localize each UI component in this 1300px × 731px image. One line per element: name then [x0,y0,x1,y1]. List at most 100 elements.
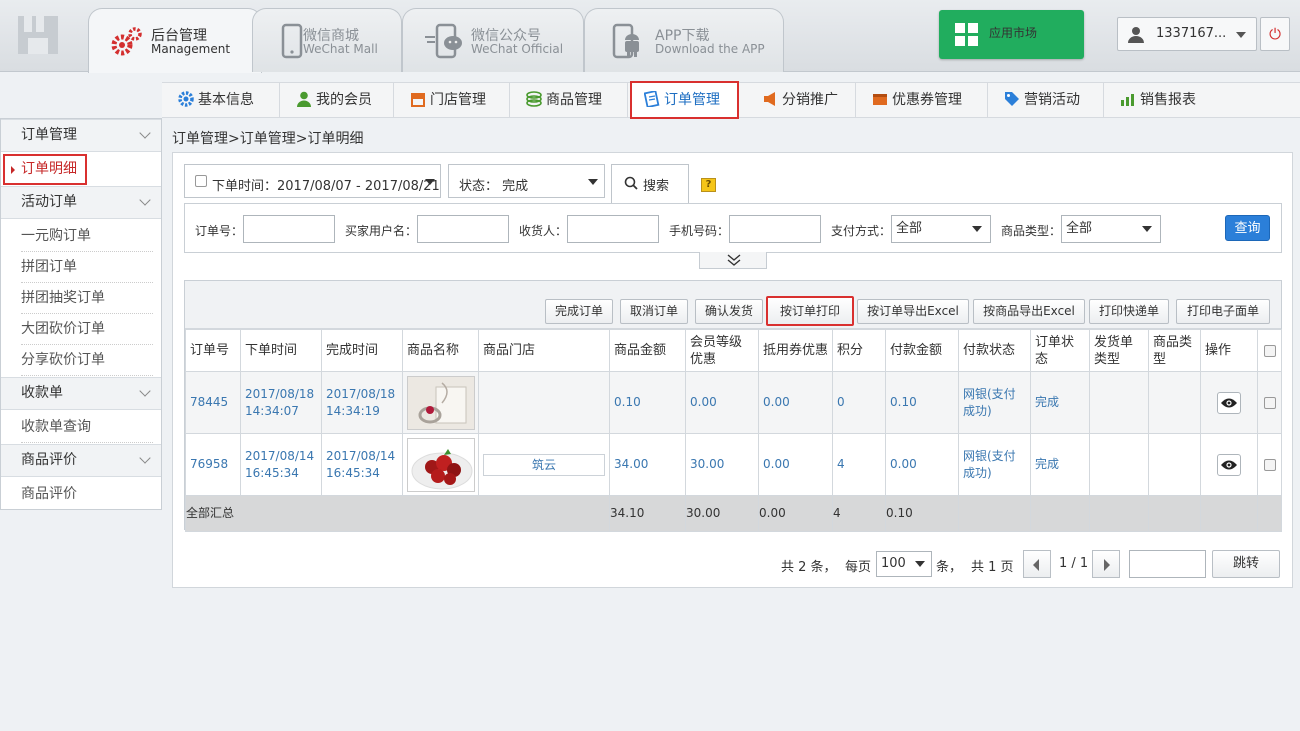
eye-icon [1221,398,1237,407]
sidebar-item-reviews[interactable]: 商品评价 [21,479,153,510]
coins-icon [526,86,542,107]
nav-products[interactable]: 商品管理 [510,83,628,118]
sidebar-item-share-bargain[interactable]: 分享砍价订单 [21,345,153,376]
sidebar-item-one-yuan[interactable]: 一元购订单 [21,221,153,252]
nav-members[interactable]: 我的会员 [280,83,394,118]
sidebar-item-order-detail[interactable]: 订单明细 [3,154,87,185]
nav-orders[interactable]: 订单管理 [630,81,739,119]
sidebar-item-label: 收款单查询 [21,419,91,435]
per-page-value: 100 [881,556,906,571]
sidebar-item-receipt-query[interactable]: 收款单查询 [21,412,153,443]
nav-basic-info[interactable]: 基本信息 [162,83,280,118]
paid-cell: 0.00 [885,433,959,496]
sidebar-group-orders[interactable]: 订单管理 [1,119,161,152]
content-panel: 下单时间：2017/08/07 - 2017/08/21 状态： 完成 搜索 ?… [172,152,1293,588]
order-no-cell[interactable]: 76958 [185,433,241,496]
status-select[interactable]: 状态： 完成 [448,164,605,198]
goods-type-select[interactable]: 全部 [1061,215,1161,243]
nav-distribution[interactable]: 分销推广 [746,83,856,118]
help-icon[interactable]: ? [701,178,716,192]
eye-icon [1221,460,1237,469]
sidebar-group-label: 商品评价 [21,452,77,468]
sidebar-item-group-lottery[interactable]: 拼团抽奖订单 [21,283,153,314]
product-image-cell[interactable] [402,371,479,434]
date-range-select[interactable]: 下单时间：2017/08/07 - 2017/08/21 [184,164,441,198]
export-by-product-button[interactable]: 按商品导出Excel [973,299,1085,324]
order-no-input[interactable] [243,215,335,243]
row-checkbox[interactable] [1263,458,1276,471]
top-tab-subtitle: Management [151,42,231,56]
sidebar-item-bargain-group[interactable]: 大团砍价订单 [21,314,153,345]
operation-cell [1200,371,1258,434]
nav-marketing[interactable]: 营销活动 [988,83,1104,118]
jump-button[interactable]: 跳转 [1212,550,1280,578]
cancel-order-button[interactable]: 取消订单 [620,299,688,324]
row-checkbox[interactable] [1263,396,1276,409]
col-header: 下单时间 [240,329,322,372]
phone-input[interactable] [729,215,821,243]
select-all-checkbox[interactable] [1263,344,1276,357]
select-all-cell[interactable] [1257,329,1282,372]
order-status-cell: 完成 [1030,433,1090,496]
pay-method-label: 支付方式： [831,224,892,238]
view-button[interactable] [1217,453,1241,476]
product-image-cell[interactable] [402,433,479,496]
product-thumbnail[interactable] [407,375,475,430]
expand-filters-button[interactable] [699,252,767,269]
jump-page-input[interactable] [1129,550,1206,578]
nav-label: 优惠券管理 [892,92,962,108]
nav-sales-report[interactable]: 销售报表 [1104,83,1300,118]
pay-method-select[interactable]: 全部 [891,215,991,243]
next-page-button[interactable] [1092,550,1120,578]
top-tab-management[interactable]: 后台管理 Management [88,8,262,73]
goods-type-value: 全部 [1066,221,1093,236]
prev-page-button[interactable] [1023,550,1051,578]
sidebar-group-reviews[interactable]: 商品评价 [1,444,161,477]
view-button[interactable] [1217,391,1241,414]
order-time-cell: 2017/08/14 16:45:34 [240,433,322,496]
points-cell: 0 [832,371,886,434]
confirm-ship-button[interactable]: 确认发货 [695,299,763,324]
col-header: 商品类型 [1148,329,1201,372]
nav-label: 营销活动 [1024,92,1080,108]
sidebar-item-group-buy[interactable]: 拼团订单 [21,252,153,283]
app-market-button[interactable]: 应用市场 [939,10,1084,59]
receiver-input[interactable] [567,215,659,243]
nav-label: 销售报表 [1140,92,1196,108]
orders-table: 订单号 下单时间 完成时间 商品名称 商品门店 商品金额 会员等级优惠 抵用券优… [185,329,1282,532]
sidebar-group-activity-orders[interactable]: 活动订单 [1,186,161,219]
col-header: 操作 [1200,329,1258,372]
buyer-input[interactable] [417,215,509,243]
member-discount-cell: 30.00 [685,433,759,496]
user-menu[interactable]: 1337167... [1117,17,1257,51]
orders-table-panel: 完成订单 取消订单 确认发货 按订单打印 按订单导出Excel 按商品导出Exc… [184,280,1282,532]
complete-order-button[interactable]: 完成订单 [545,299,613,324]
table-row: 78445 2017/08/18 14:34:07 2017/08/18 14:… [185,371,1282,434]
top-tab-wechat-mall[interactable]: 微信商城 WeChat Mall [252,8,402,72]
export-by-order-button[interactable]: 按订单导出Excel [857,299,969,324]
print-by-order-button[interactable]: 按订单打印 [766,296,854,326]
chevron-down-icon [1236,32,1246,38]
summary-row: 全部汇总 34.10 30.00 0.00 4 0.10 [185,495,1282,532]
filter-form: 订单号： 买家用户名： 收货人： 手机号码： 支付方式： 全部 商品类型： 全部 [184,203,1282,253]
query-button[interactable]: 查询 [1225,215,1270,241]
print-express-button[interactable]: 打印快递单 [1089,299,1169,324]
order-no-cell[interactable]: 78445 [185,371,241,434]
row-select-cell[interactable] [1257,433,1282,496]
search-tab-label: 搜索 [643,179,670,194]
nav-stores[interactable]: 门店管理 [394,83,510,118]
per-page-select[interactable]: 100 [876,551,932,577]
sidebar-group-receipts[interactable]: 收款单 [1,377,161,410]
top-tab-app-download[interactable]: APP下载 Download the APP [584,8,784,72]
row-select-cell[interactable] [1257,371,1282,434]
search-tab[interactable]: 搜索 [611,164,689,204]
date-checkbox[interactable] [195,175,207,187]
top-tab-wechat-official[interactable]: 微信公众号 WeChat Official [402,8,584,72]
logout-button[interactable]: ⏻ [1260,17,1290,51]
col-header: 商品门店 [478,329,610,372]
print-e-waybill-button[interactable]: 打印电子面单 [1176,299,1270,324]
nav-coupons[interactable]: 优惠券管理 [856,83,988,118]
product-thumbnail[interactable] [407,437,475,492]
chevron-down-icon [972,226,982,232]
chevron-down-icon [139,127,151,139]
